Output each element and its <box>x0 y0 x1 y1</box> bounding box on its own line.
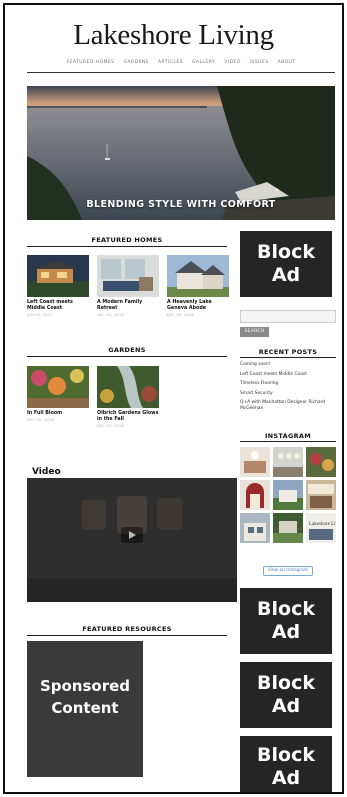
featured-home-date: DEC 05, 2016 <box>97 313 124 317</box>
instagram-photo[interactable] <box>240 447 270 477</box>
search-input[interactable] <box>240 310 336 323</box>
featured-home-card[interactable]: Left Coast meets Middle Coast JUN 09, 20… <box>27 255 89 317</box>
garden-image <box>27 366 89 408</box>
garden-card[interactable]: In Full Bloom DEC 05, 2016 <box>27 366 89 422</box>
sponsored-label-line2: Content <box>51 699 119 717</box>
main-nav: FEATURED HOMES GARDENS ARTICLES GALLERY … <box>27 60 335 65</box>
sponsored-label-line1: Sponsored <box>39 677 131 695</box>
video-player[interactable] <box>27 478 237 602</box>
garden-title: Olbrich Gardens Glows in the Fall <box>97 411 159 422</box>
instagram-grid: Lakeshore Living <box>240 447 336 543</box>
featured-home-title: Left Coast meets Middle Coast <box>27 300 73 311</box>
featured-homes-title: FEATURED HOMES <box>91 236 163 244</box>
sponsored-label: Sponsored Content <box>27 675 143 719</box>
garden-image <box>97 366 159 408</box>
gardens-title: GARDENS <box>108 346 146 354</box>
block-ad-line2: Ad <box>271 621 301 643</box>
nav-gallery[interactable]: GALLERY <box>192 60 215 65</box>
block-ad-lower[interactable]: Block Ad <box>240 662 332 728</box>
recent-post-link[interactable]: Timeless Flooring <box>240 381 336 387</box>
nav-divider <box>27 72 335 73</box>
instagram-photo[interactable] <box>273 447 303 477</box>
featured-resources-title: FEATURED RESOURCES <box>82 625 172 633</box>
svg-text:Lakeshore Living: Lakeshore Living <box>309 522 336 527</box>
block-ad-label: Block Ad <box>240 744 332 790</box>
featured-home-image <box>27 255 89 297</box>
nav-about[interactable]: ABOUT <box>278 60 296 65</box>
instagram-photo[interactable] <box>306 447 336 477</box>
recent-post-link[interactable]: Coming soon! <box>240 362 336 368</box>
play-button-icon[interactable] <box>121 527 143 543</box>
instagram-photo[interactable] <box>240 480 270 510</box>
instagram-divider <box>240 441 336 442</box>
recent-posts-divider <box>240 357 336 358</box>
site-logo[interactable]: Lakeshore Living <box>5 19 342 52</box>
nav-gardens[interactable]: GARDENS <box>124 60 150 65</box>
block-ad-line2: Ad <box>271 695 301 717</box>
hero-caption: BLENDING STYLE WITH COMFORT <box>86 199 276 210</box>
view-on-instagram-button[interactable]: View on Instagram <box>263 566 313 576</box>
nav-featured-homes[interactable]: FEATURED HOMES <box>66 60 114 65</box>
block-ad-middle[interactable]: Block Ad <box>240 588 332 654</box>
recent-post-link[interactable]: Smart Security <box>240 391 336 397</box>
featured-homes-divider <box>27 246 227 247</box>
featured-home-date: DEC 05, 2016 <box>167 313 194 317</box>
instagram-photo[interactable] <box>306 480 336 510</box>
recent-posts-title: RECENT POSTS <box>258 348 318 356</box>
garden-date: DEC 05, 2016 <box>27 418 54 422</box>
garden-card[interactable]: Olbrich Gardens Glows in the Fall DEC 05… <box>97 366 159 428</box>
recent-post-link[interactable]: Left Coast meets Middle Coast <box>240 372 336 378</box>
block-ad-label: Block Ad <box>240 598 332 644</box>
featured-home-date: JUN 09, 2017 <box>27 313 53 317</box>
garden-date: DEC 05, 2016 <box>97 424 124 428</box>
block-ad-line2: Ad <box>271 264 301 286</box>
nav-video[interactable]: VIDEO <box>224 60 241 65</box>
featured-home-card[interactable]: A Modern Family Retreat DEC 05, 2016 <box>97 255 159 317</box>
recent-posts-list: Coming soon! Left Coast meets Middle Coa… <box>240 362 336 416</box>
instagram-photo[interactable]: Lakeshore Living <box>306 513 336 543</box>
block-ad-bottom[interactable]: Block Ad <box>240 736 332 792</box>
block-ad-label: Block Ad <box>240 672 332 718</box>
block-ad-line1: Block <box>257 744 315 766</box>
page-frame: Lakeshore Living FEATURED HOMES GARDENS … <box>3 3 344 794</box>
featured-home-image <box>97 255 159 297</box>
block-ad-line2: Ad <box>271 767 301 789</box>
recent-post-link[interactable]: Q+A with Manhattan Designer Richard McGe… <box>240 400 336 412</box>
block-ad-line1: Block <box>257 672 315 694</box>
featured-home-image <box>167 255 229 297</box>
featured-home-card[interactable]: A Heavenly Lake Geneva Abode DEC 05, 201… <box>167 255 229 317</box>
sponsored-content[interactable]: Sponsored Content <box>27 641 143 777</box>
featured-resources-divider <box>27 635 227 636</box>
nav-issues[interactable]: ISSUES <box>250 60 269 65</box>
instagram-photo[interactable] <box>273 480 303 510</box>
instagram-title: INSTAGRAM <box>264 432 312 440</box>
instagram-photo[interactable] <box>273 513 303 543</box>
garden-title: In Full Bloom <box>27 411 63 416</box>
featured-home-title: A Modern Family Retreat <box>97 300 143 311</box>
block-ad-label: Block Ad <box>240 241 332 287</box>
block-ad-line1: Block <box>257 598 315 620</box>
block-ad-line1: Block <box>257 241 315 263</box>
hero-banner[interactable]: BLENDING STYLE WITH COMFORT <box>27 86 335 220</box>
featured-home-title: A Heavenly Lake Geneva Abode <box>167 300 212 311</box>
search-button[interactable]: SEARCH <box>240 327 269 337</box>
nav-articles[interactable]: ARTICLES <box>158 60 183 65</box>
block-ad-top[interactable]: Block Ad <box>240 231 332 297</box>
instagram-photo[interactable] <box>240 513 270 543</box>
video-heading: Video <box>32 467 61 477</box>
gardens-divider <box>27 356 227 357</box>
